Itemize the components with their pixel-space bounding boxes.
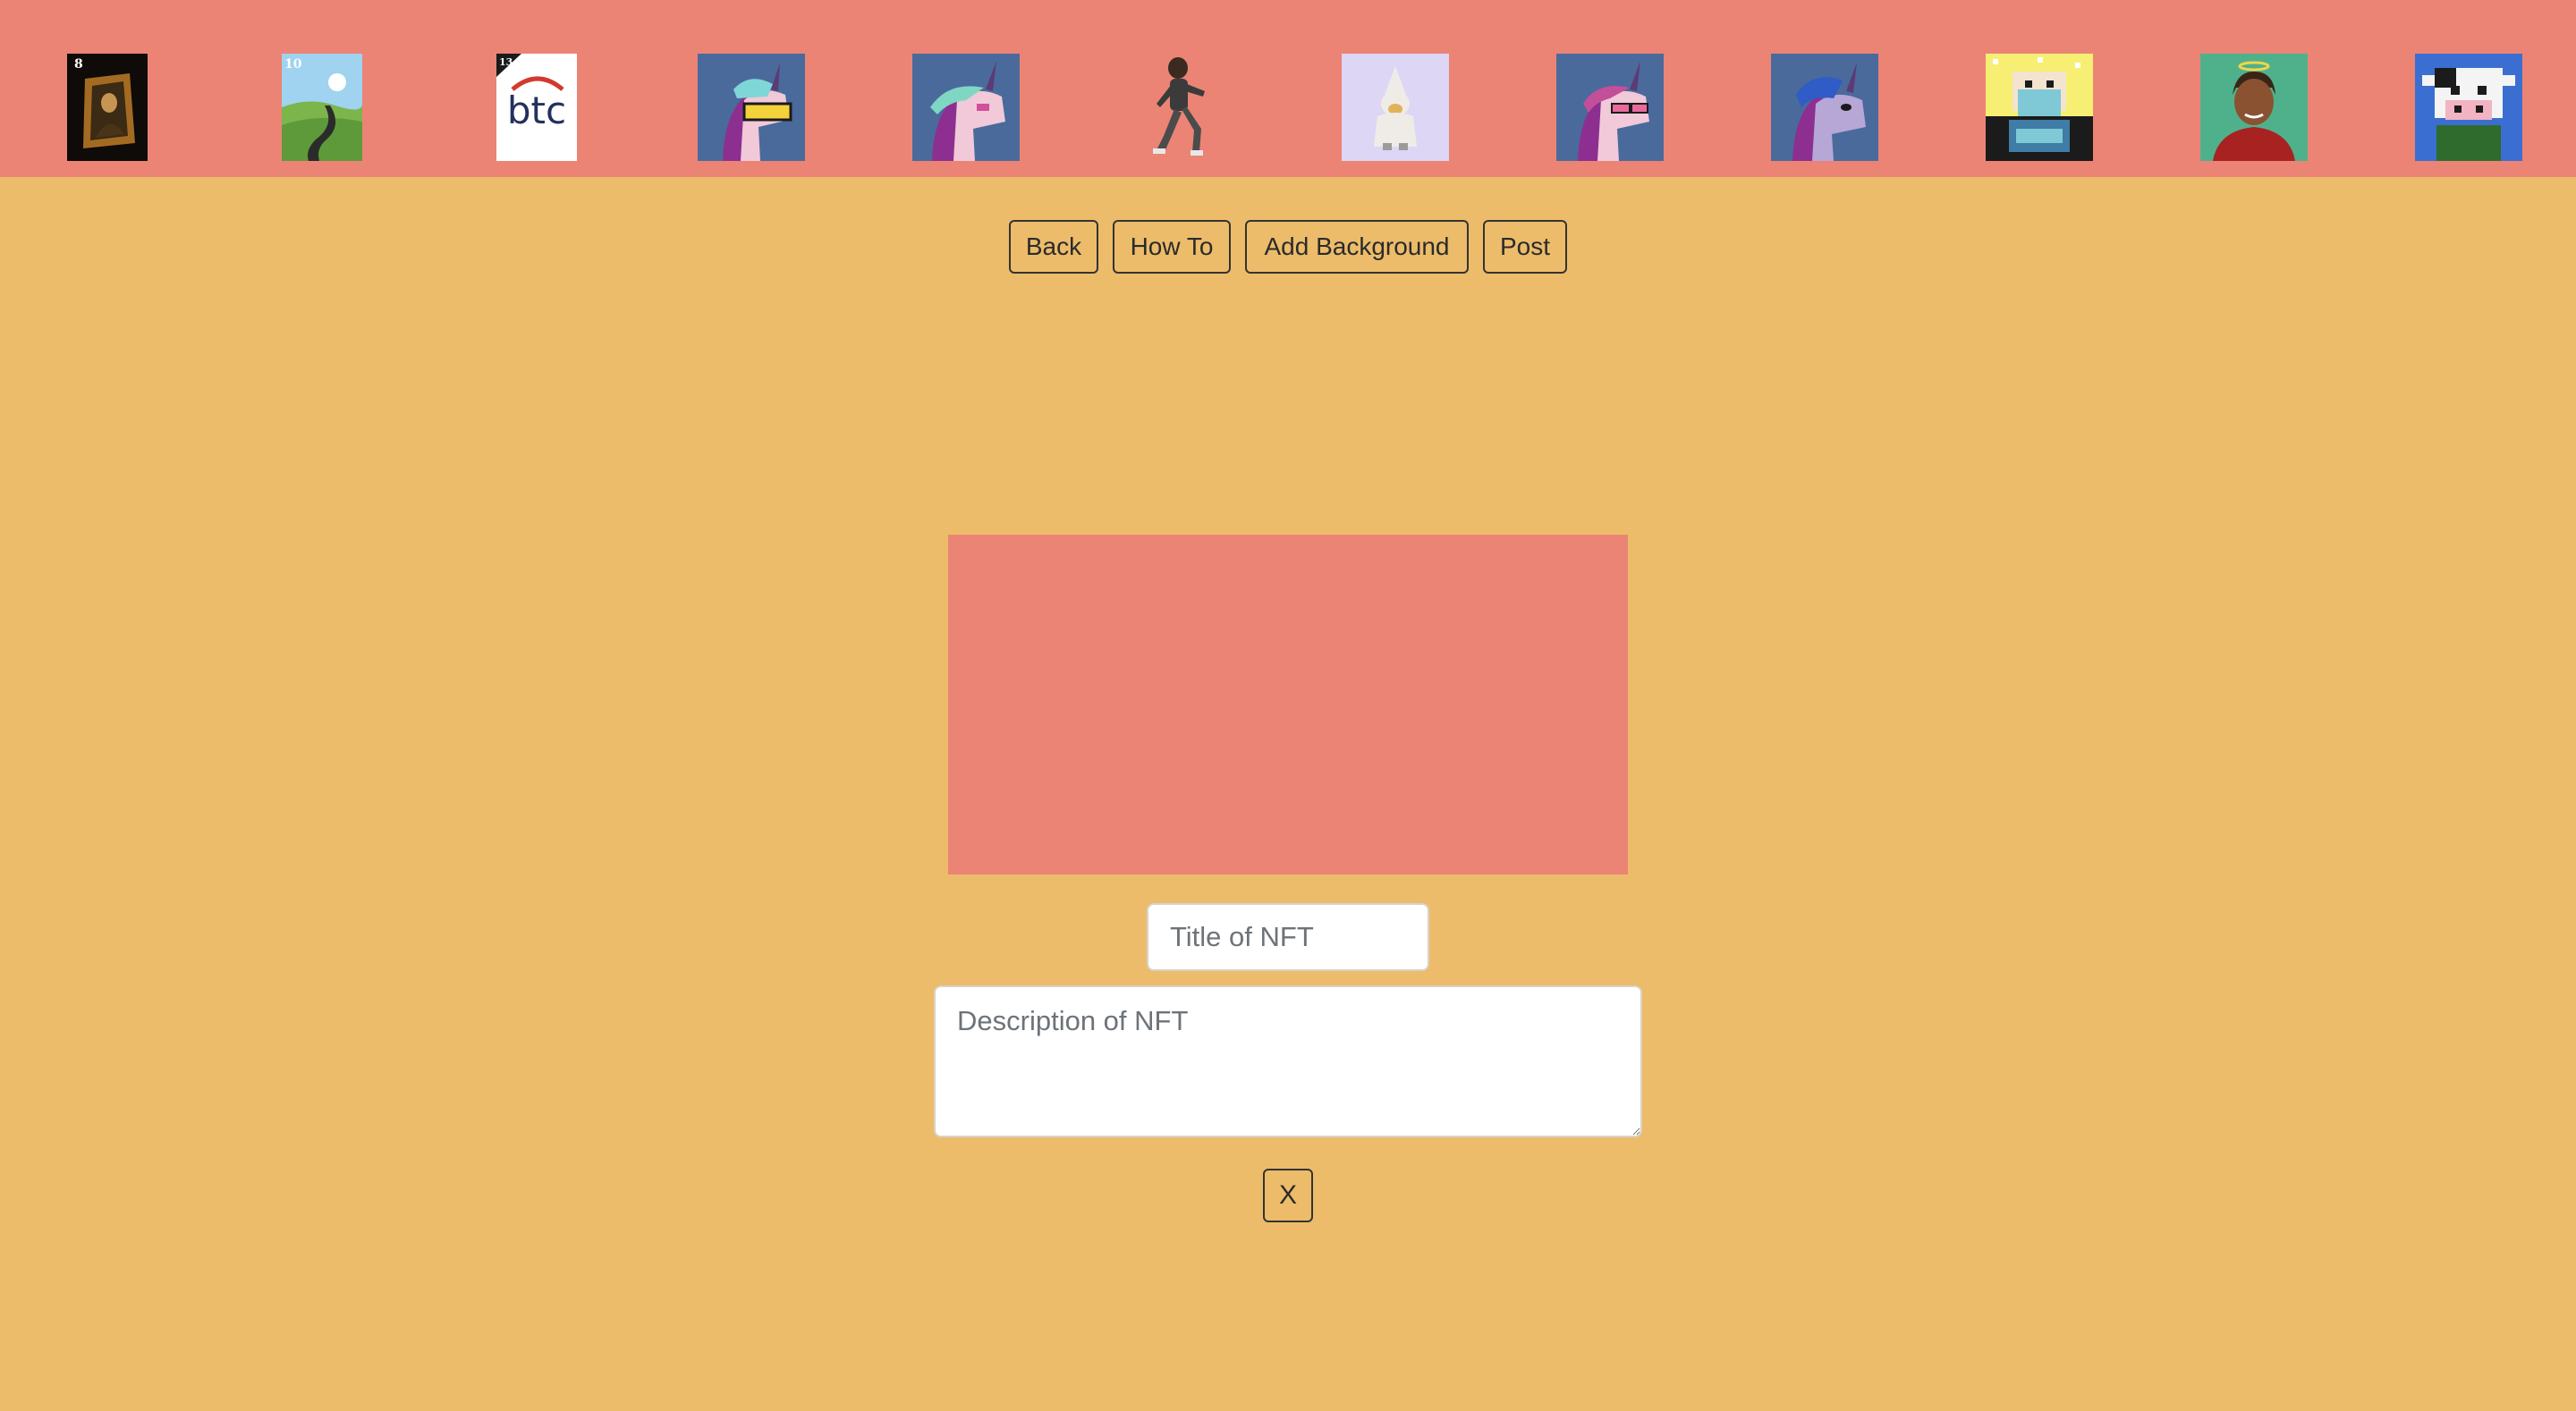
badge-number: 8 [74,57,83,72]
btc-logo-image: btc 13 [496,54,577,161]
description-textarea[interactable] [934,985,1642,1137]
nft-thumb-green-hills[interactable]: 10 [282,54,362,161]
nft-canvas[interactable] [948,535,1628,874]
back-button[interactable]: Back [1009,220,1098,274]
add-background-button[interactable]: Add Background [1245,220,1469,274]
nft-thumb-running-boy[interactable] [1140,54,1221,161]
pixel-robot-sparkle-image [1986,54,2093,161]
how-to-button[interactable]: How To [1113,220,1231,274]
title-input[interactable] [1147,903,1429,971]
running-boy-image [1140,54,1221,161]
green-hills-road-image: 10 [282,54,362,161]
nft-thumb-wizard-bear[interactable] [1342,54,1449,161]
nft-thumb-btc[interactable]: btc 13 [496,54,577,161]
unicorn-teal-mane-image [912,54,1020,161]
nft-thumb-mona-lisa[interactable]: 8 [67,54,148,161]
pixel-cow-image [2415,54,2522,161]
nft-thumb-unicorn-teal[interactable] [912,54,1020,161]
close-button[interactable]: X [1263,1169,1313,1222]
unicorn-blue-mane-image [1771,54,1878,161]
toolbar: Back How To Add Background Post [0,220,2576,275]
nft-thumb-pixel-cow[interactable] [2415,54,2522,161]
nft-thumb-unicorn-shades[interactable] [1556,54,1664,161]
mona-lisa-frame-image: 8 [67,54,148,161]
nft-thumb-pixel-robot[interactable] [1986,54,2093,161]
nft-gallery-bar: 8 10 btc 13 [0,0,2576,177]
badge-number: 10 [284,57,302,72]
man-halo-red-hoodie-image [2200,54,2308,161]
nft-thumb-unicorn-visor[interactable] [698,54,805,161]
btc-logo-text: btc [507,89,566,132]
badge-number: 13 [499,56,513,68]
nft-thumb-unicorn-blue[interactable] [1771,54,1878,161]
post-button[interactable]: Post [1483,220,1567,274]
unicorn-pink-shades-image [1556,54,1664,161]
unicorn-visor-image [698,54,805,161]
nft-thumb-halo-man[interactable] [2200,54,2308,161]
white-wizard-bear-image [1342,54,1449,161]
